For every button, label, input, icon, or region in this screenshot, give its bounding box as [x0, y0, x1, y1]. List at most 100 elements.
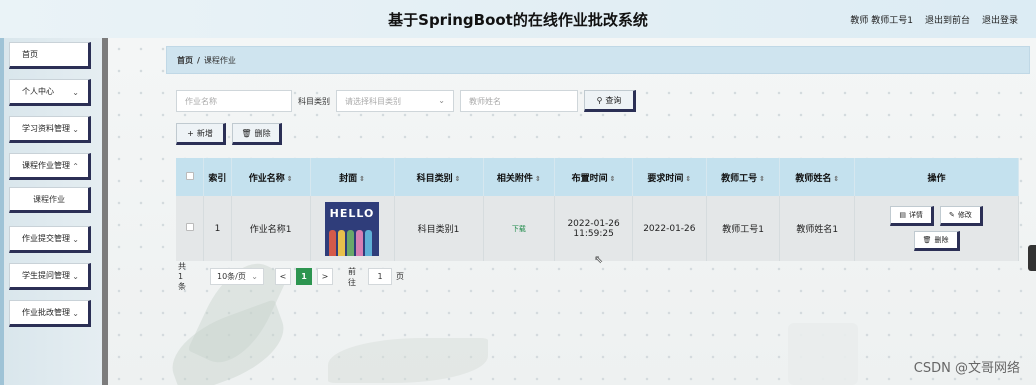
col-header-category[interactable]: 科目类别 ⇕	[394, 158, 484, 196]
search-icon: ⚲	[596, 95, 603, 105]
sidebar-item-label: 课程作业	[33, 194, 65, 204]
sidebar-item-label: 作业提交管理	[22, 234, 70, 243]
download-link[interactable]: 下载	[512, 225, 526, 233]
sidebar-item-label: 课程作业管理	[22, 161, 70, 170]
sidebar-item-study-materials[interactable]: 学习资料管理 ⌄	[9, 116, 91, 143]
query-button[interactable]: ⚲ 查询	[584, 90, 636, 112]
col-header-teacher-id[interactable]: 教师工号 ⇕	[706, 158, 781, 196]
table-header-row: 索引 作业名称 ⇕ 封面 ⇕ 科目类别 ⇕ 相关附件 ⇕ 布置时间 ⇕ 要求时间 ⇕ 教师工…	[176, 158, 1019, 196]
page-size-select[interactable]: 10条/页 ⌄	[210, 268, 264, 285]
sidebar-item-submission-mgmt[interactable]: 作业提交管理 ⌄	[9, 226, 91, 253]
sidebar-item-grading-mgmt[interactable]: 作业批改管理 ⌄	[9, 300, 91, 327]
col-header-label: 封面	[339, 173, 358, 184]
cover-image: HELLO	[325, 201, 380, 256]
page-size-value: 10条/页	[217, 272, 246, 281]
col-header-label: 布置时间	[571, 173, 608, 184]
row-checkbox[interactable]	[176, 196, 205, 261]
chevron-down-icon: ⌄	[438, 96, 445, 105]
sort-icon[interactable]: ⇕	[287, 175, 293, 183]
watermark: CSDN @文哥网络	[913, 361, 1020, 376]
document-icon: ▤	[899, 211, 906, 219]
chevron-down-icon: ⌄	[72, 125, 79, 134]
goto-label: 前往	[348, 266, 356, 287]
row-delete-button-label: 删除	[934, 236, 949, 244]
col-header-label: 科目类别	[416, 173, 453, 184]
prev-page-button[interactable]: <	[275, 268, 291, 285]
sidebar-item-course-homework-mgmt[interactable]: 课程作业管理 ⌃	[9, 153, 91, 180]
sidebar-item-home[interactable]: 首页	[9, 42, 91, 69]
sidebar-item-label: 首页	[22, 50, 38, 59]
add-button[interactable]: + 新增	[176, 123, 226, 145]
cell-teacher-name: 教师姓名1	[779, 196, 856, 261]
plus-icon: +	[187, 128, 194, 138]
col-header-attachment[interactable]: 相关附件 ⇕	[483, 158, 556, 196]
chevron-down-icon: ⌄	[251, 272, 258, 281]
col-header-label: 作业名称	[248, 173, 285, 184]
select-all-checkbox[interactable]	[176, 158, 205, 196]
sort-icon[interactable]: ⇕	[610, 175, 616, 183]
cell-cover: HELLO	[310, 196, 395, 261]
col-header-label: 教师姓名	[795, 173, 832, 184]
detail-button[interactable]: ▤ 详情	[890, 206, 934, 226]
sidebar-item-label: 学生提问管理	[22, 271, 70, 280]
cover-image-text: HELLO	[329, 206, 375, 220]
col-header-label: 教师工号	[721, 173, 758, 184]
col-header-label: 要求时间	[647, 173, 684, 184]
current-user: 教师 教师工号1	[850, 16, 913, 26]
page-number-current[interactable]: 1	[296, 268, 312, 285]
col-header-due-time[interactable]: 要求时间 ⇕	[632, 158, 707, 196]
decorative-cup	[788, 323, 858, 385]
col-header-actions: 操作	[854, 158, 1019, 196]
cell-index: 1	[203, 196, 232, 261]
side-tool-tab[interactable]	[1028, 245, 1036, 271]
row-delete-button[interactable]: 🗑 删除	[913, 231, 960, 251]
batch-delete-button[interactable]: 🗑 删除	[232, 123, 282, 145]
logout-link[interactable]: 退出登录	[982, 13, 1018, 26]
cell-assign-time: 2022-01-26 11:59:25	[554, 196, 633, 261]
next-page-button[interactable]: >	[317, 268, 333, 285]
sort-icon[interactable]: ⇕	[455, 175, 461, 183]
sidebar-subitem-course-homework[interactable]: 课程作业	[9, 187, 91, 213]
sidebar-item-question-mgmt[interactable]: 学生提问管理 ⌄	[9, 263, 91, 290]
pagination-total: 共 1 条	[178, 262, 186, 291]
mouse-cursor-icon: ⇖	[594, 253, 604, 266]
add-button-label: 新增	[196, 128, 213, 138]
category-label: 科目类别	[298, 97, 330, 106]
sort-icon[interactable]: ⇕	[535, 175, 541, 183]
chevron-down-icon: ⌄	[72, 309, 79, 318]
sidebar-item-label: 作业批改管理	[22, 308, 70, 317]
page-suffix-label: 页	[396, 272, 404, 281]
exit-to-front-link[interactable]: 退出到前台	[925, 13, 970, 26]
goto-page-input[interactable]: 1	[368, 268, 392, 285]
pencil-icon: ✎	[948, 211, 955, 219]
cell-name: 作业名称1	[231, 196, 311, 261]
detail-button-label: 详情	[908, 211, 923, 219]
edit-button[interactable]: ✎ 修改	[939, 206, 983, 226]
col-header-label: 相关附件	[496, 173, 533, 184]
breadcrumb-home[interactable]: 首页	[177, 55, 193, 66]
cell-actions: ▤ 详情 ✎ 修改 🗑 删除	[854, 196, 1019, 261]
sort-icon[interactable]: ⇕	[359, 175, 365, 183]
trash-icon: 🗑	[922, 236, 932, 244]
col-header-teacher-name[interactable]: 教师姓名 ⇕	[779, 158, 856, 196]
sort-icon[interactable]: ⇕	[759, 175, 765, 183]
homework-name-input[interactable]: 作业名称	[176, 90, 292, 112]
sort-icon[interactable]: ⇕	[685, 175, 691, 183]
category-select[interactable]: 请选择科目类别 ⌄	[336, 90, 454, 112]
col-header-assign-time[interactable]: 布置时间 ⇕	[554, 158, 633, 196]
table-row: 1 作业名称1 HELLO 科目类别1 下载 2022-01-26 11:59:…	[176, 196, 1019, 261]
delete-button-label: 删除	[254, 128, 271, 138]
sort-icon[interactable]: ⇕	[833, 175, 839, 183]
col-header-cover[interactable]: 封面 ⇕	[310, 158, 395, 196]
cell-attachment: 下载	[483, 196, 556, 261]
chevron-up-icon: ⌃	[72, 162, 79, 171]
homework-table: 索引 作业名称 ⇕ 封面 ⇕ 科目类别 ⇕ 相关附件 ⇕ 布置时间 ⇕ 要求时间 ⇕ 教师工…	[176, 158, 1019, 261]
chevron-down-icon: ⌄	[72, 235, 79, 244]
edit-button-label: 修改	[957, 211, 972, 219]
sidebar-item-personal-center[interactable]: 个人中心 ⌄	[9, 79, 91, 106]
teacher-name-input[interactable]: 教师姓名	[460, 90, 578, 112]
col-header-name[interactable]: 作业名称 ⇕	[231, 158, 311, 196]
chevron-down-icon: ⌄	[72, 272, 79, 281]
cell-category: 科目类别1	[394, 196, 484, 261]
sidebar-item-label: 学习资料管理	[22, 124, 70, 133]
